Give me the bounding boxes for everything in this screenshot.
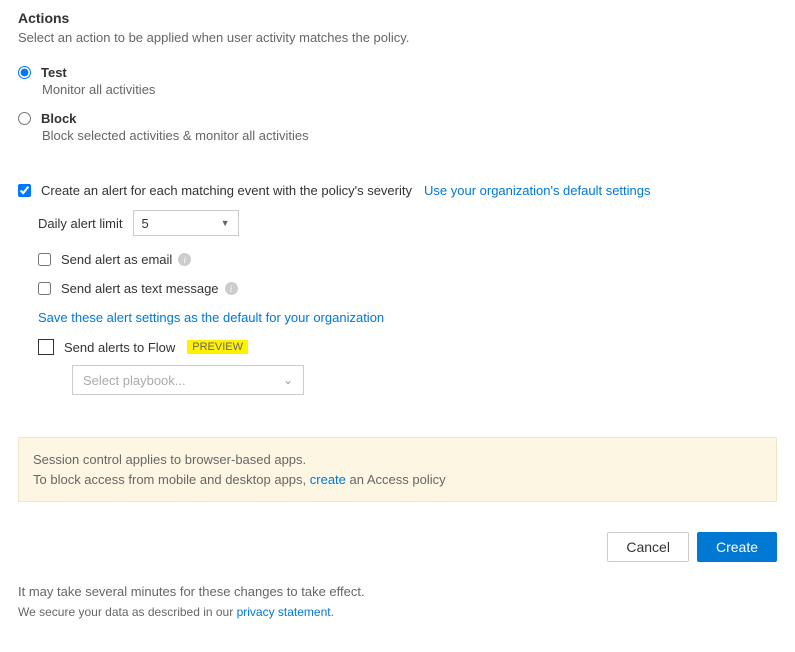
sms-alert-checkbox[interactable] [38, 282, 51, 295]
button-row: Cancel Create [18, 532, 777, 562]
use-defaults-link[interactable]: Use your organization's default settings [424, 183, 651, 198]
notice-box: Session control applies to browser-based… [18, 437, 777, 502]
footer-line2: We secure your data as described in our … [18, 603, 777, 622]
sms-alert-label: Send alert as text message [61, 281, 219, 296]
caret-down-icon: ▼ [221, 218, 230, 228]
daily-limit-value: 5 [142, 216, 149, 231]
radio-block-row[interactable]: Block [18, 111, 777, 126]
preview-badge: PREVIEW [187, 340, 248, 354]
playbook-placeholder: Select playbook... [83, 373, 186, 388]
email-alert-checkbox[interactable] [38, 253, 51, 266]
radio-test-label: Test [41, 65, 67, 80]
flow-alert-checkbox[interactable] [38, 339, 54, 355]
playbook-select[interactable]: Select playbook... ⌄ [72, 365, 304, 395]
flow-alert-label: Send alerts to Flow [64, 340, 175, 355]
radio-block-sub: Block selected activities & monitor all … [42, 128, 777, 143]
actions-section: Actions Select an action to be applied w… [18, 10, 777, 622]
section-title: Actions [18, 10, 777, 26]
privacy-statement-link[interactable]: privacy statement [237, 605, 331, 619]
radio-test-row[interactable]: Test [18, 65, 777, 80]
footer: It may take several minutes for these ch… [18, 582, 777, 622]
info-icon[interactable]: i [225, 282, 238, 295]
info-icon[interactable]: i [178, 253, 191, 266]
alert-settings: Daily alert limit 5 ▼ Send alert as emai… [38, 210, 777, 395]
daily-limit-select[interactable]: 5 ▼ [133, 210, 239, 236]
daily-limit-label: Daily alert limit [38, 216, 123, 231]
radio-test-sub: Monitor all activities [42, 82, 777, 97]
cancel-button[interactable]: Cancel [607, 532, 689, 562]
radio-test[interactable] [18, 66, 31, 79]
notice-line1: Session control applies to browser-based… [33, 450, 762, 470]
create-access-policy-link[interactable]: create [310, 472, 346, 487]
daily-limit-row: Daily alert limit 5 ▼ [38, 210, 777, 236]
sms-alert-row[interactable]: Send alert as text message i [38, 281, 777, 296]
save-defaults-link[interactable]: Save these alert settings as the default… [38, 310, 384, 325]
email-alert-row[interactable]: Send alert as email i [38, 252, 777, 267]
email-alert-label: Send alert as email [61, 252, 172, 267]
section-description: Select an action to be applied when user… [18, 30, 777, 45]
create-alert-row[interactable]: Create an alert for each matching event … [18, 183, 777, 198]
radio-block-label: Block [41, 111, 76, 126]
radio-block[interactable] [18, 112, 31, 125]
notice-line2: To block access from mobile and desktop … [33, 470, 762, 490]
create-alert-checkbox[interactable] [18, 184, 31, 197]
create-button[interactable]: Create [697, 532, 777, 562]
footer-line1: It may take several minutes for these ch… [18, 582, 777, 603]
flow-alert-row[interactable]: Send alerts to Flow PREVIEW [38, 339, 777, 355]
create-alert-label: Create an alert for each matching event … [41, 183, 412, 198]
chevron-down-icon: ⌄ [283, 373, 293, 387]
